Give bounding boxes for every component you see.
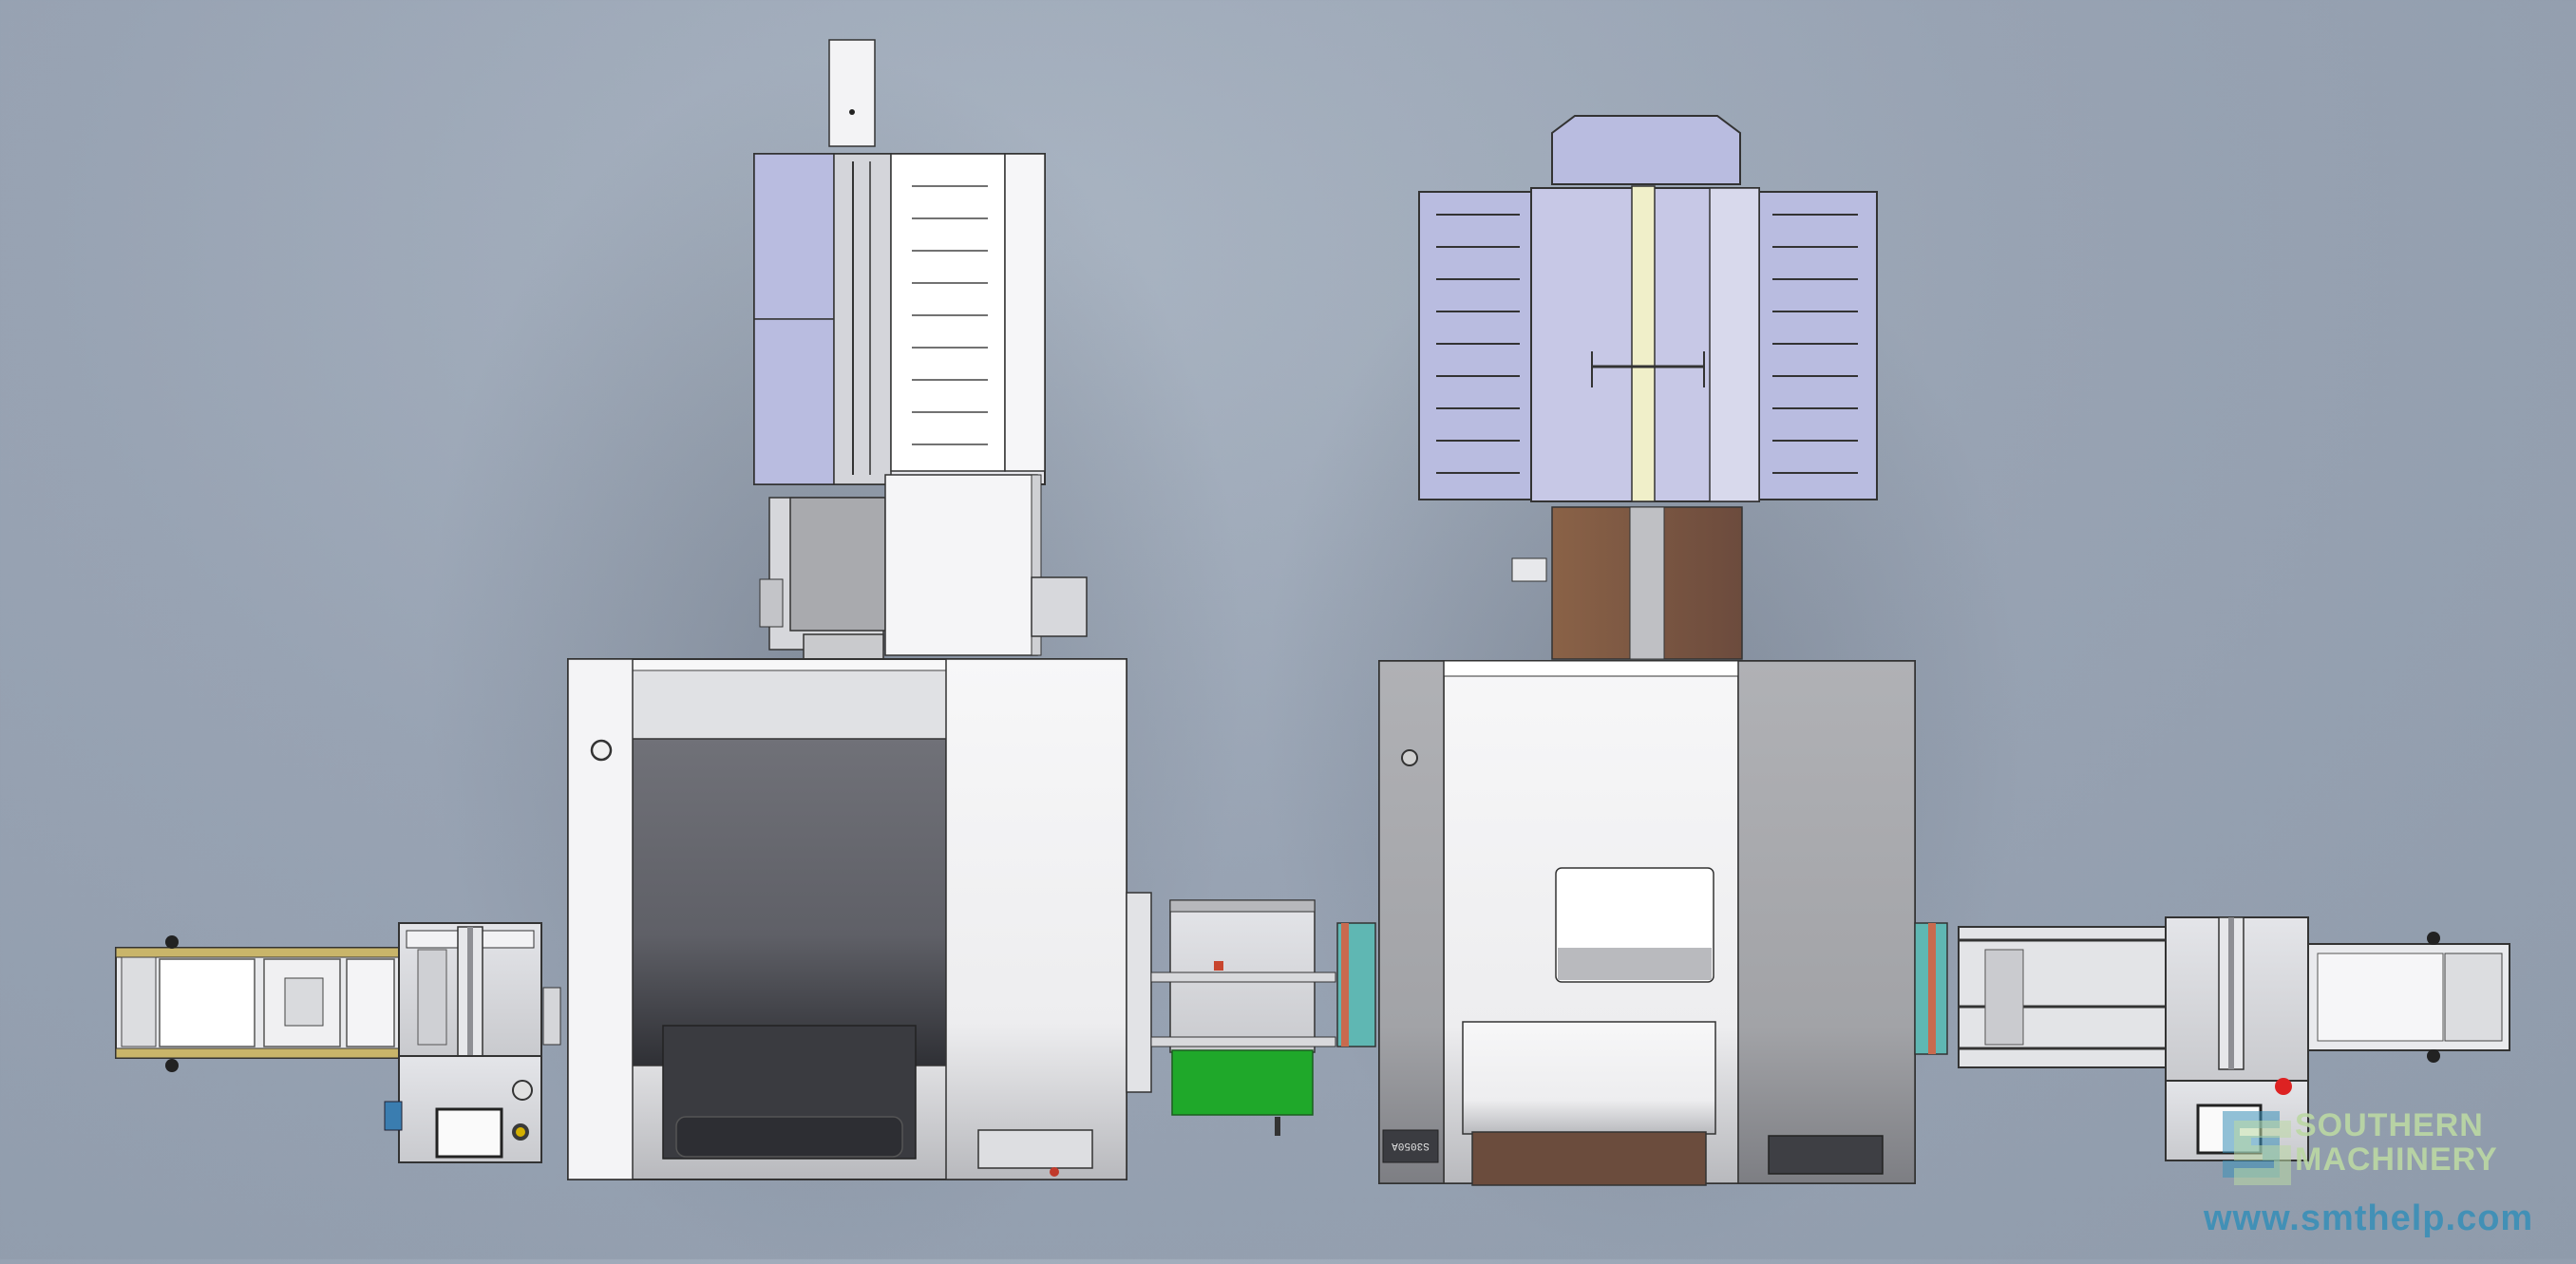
left-machine-head-block bbox=[759, 474, 1088, 673]
left-loader-conveyor bbox=[115, 935, 407, 1072]
left-machine-body bbox=[567, 658, 1152, 1180]
middle-conveyor-unit bbox=[1150, 899, 1336, 1136]
sm-logo-icon bbox=[2223, 1111, 2291, 1185]
smt-line-drawing: S3050A bbox=[0, 0, 2576, 1264]
watermark-line1: SOUTHERN bbox=[2295, 1107, 2484, 1143]
teal-transfer-left bbox=[1336, 922, 1376, 1047]
right-machine-top-magazine bbox=[1418, 115, 1878, 502]
right-machine-body: S3050A bbox=[1378, 660, 1916, 1186]
watermark-url: www.smthelp.com bbox=[2204, 1198, 2534, 1238]
teal-transfer-right bbox=[1914, 922, 1948, 1055]
green-bin bbox=[1171, 1049, 1314, 1116]
watermark-line2: MACHINERY bbox=[2295, 1141, 2498, 1178]
left-loader-module bbox=[384, 922, 561, 1163]
watermark: SOUTHERN MACHINERY www.smthelp.com bbox=[2204, 1102, 2565, 1254]
model-plate: S3050A bbox=[1392, 1140, 1430, 1151]
